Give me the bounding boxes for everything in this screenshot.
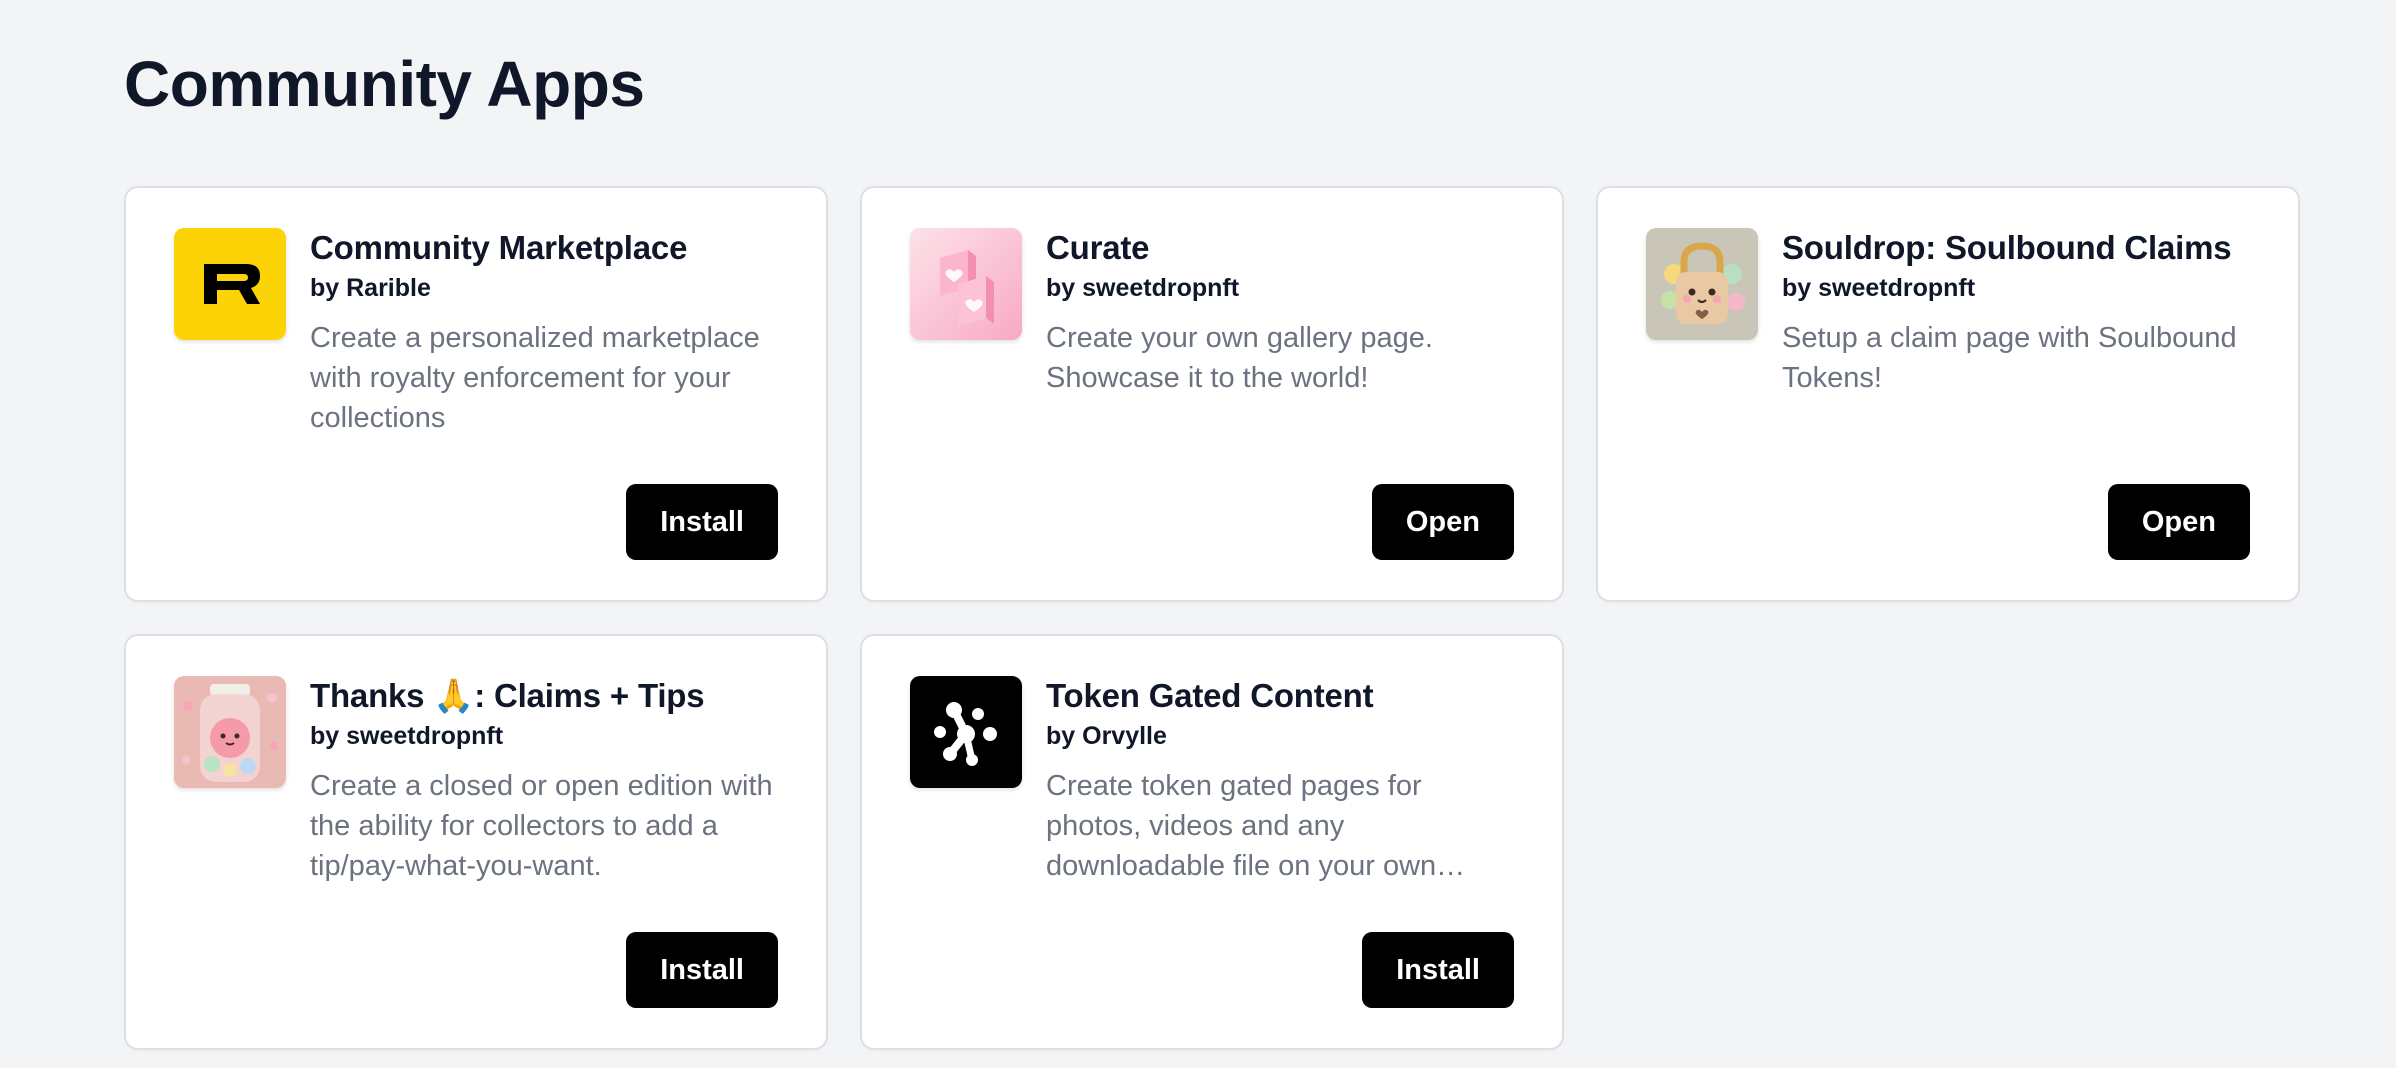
page-title: Community Apps [124, 48, 645, 120]
app-card-body: Community Marketplace by Rarible Create … [310, 226, 786, 438]
orvylle-dots-icon [910, 676, 1022, 788]
app-card-body: Curate by sweetdropnft Create your own g… [1046, 226, 1522, 398]
app-card-community-marketplace: Community Marketplace by Rarible Create … [124, 186, 828, 602]
app-description: Create your own gallery page. Showcase i… [1046, 322, 1433, 394]
open-button[interactable]: Open [2107, 484, 2250, 560]
app-card-curate: Curate by sweetdropnft Create your own g… [860, 186, 1564, 602]
app-author: by Rarible [310, 274, 431, 302]
app-card-thanks: Thanks 🙏: Claims + Tips by sweetdropnft … [124, 634, 828, 1050]
app-title[interactable]: Community Marketplace [310, 226, 786, 270]
app-title[interactable]: Souldrop: Soulbound Claims [1782, 226, 2258, 270]
install-button[interactable]: Install [626, 932, 778, 1008]
app-description: Create a personalized marketplace with r… [310, 322, 760, 434]
install-button[interactable]: Install [626, 484, 778, 560]
app-card-body: Token Gated Content by Orvylle Create to… [1046, 674, 1522, 886]
app-author: by sweetdropnft [1046, 274, 1240, 302]
app-title[interactable]: Thanks 🙏: Claims + Tips [310, 674, 786, 718]
app-author: by sweetdropnft [1782, 274, 1976, 302]
open-button[interactable]: Open [1371, 484, 1514, 560]
app-title[interactable]: Curate [1046, 226, 1522, 270]
app-title[interactable]: Token Gated Content [1046, 674, 1522, 718]
app-description: Setup a claim page with Soulbound Tokens… [1782, 322, 2237, 394]
app-author: by Orvylle [1046, 722, 1167, 750]
padlock-character-icon [1646, 228, 1758, 340]
app-description: Create token gated pages for photos, vid… [1046, 770, 1437, 882]
pink-hearts-icon [910, 228, 1022, 340]
rarible-logo-icon [174, 228, 286, 340]
app-author: by sweetdropnft [310, 722, 504, 750]
install-button[interactable]: Install [1362, 932, 1514, 1008]
app-card-souldrop: Souldrop: Soulbound Claims by sweetdropn… [1596, 186, 2300, 602]
app-card-token-gated-content: Token Gated Content by Orvylle Create to… [860, 634, 1564, 1050]
candy-jar-icon [174, 676, 286, 788]
apps-grid: Community Marketplace by Rarible Create … [124, 186, 2300, 1050]
app-description: Create a closed or open edition with the… [310, 770, 773, 882]
app-card-body: Thanks 🙏: Claims + Tips by sweetdropnft … [310, 674, 786, 886]
app-card-body: Souldrop: Soulbound Claims by sweetdropn… [1782, 226, 2258, 398]
